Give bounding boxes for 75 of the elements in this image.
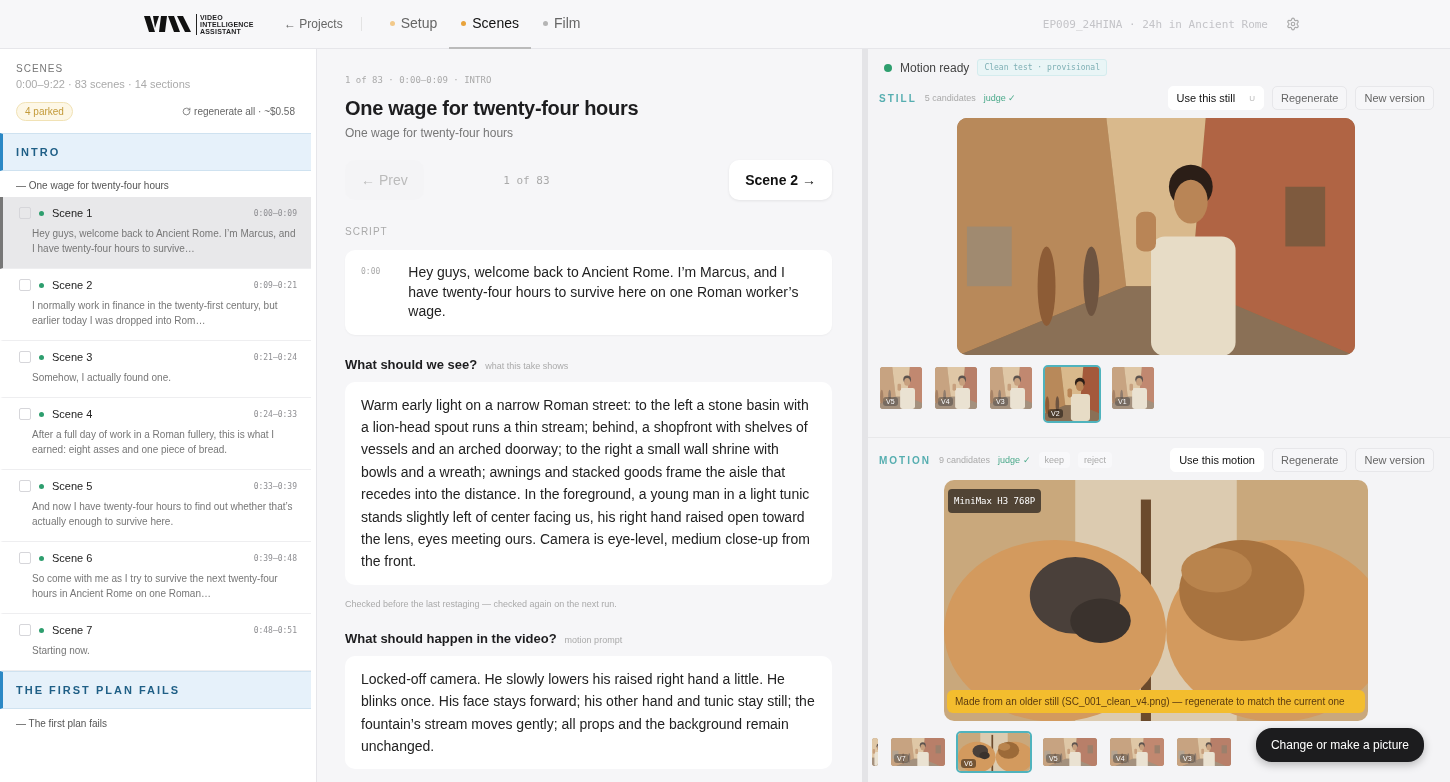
prompt-heading: What should happen in the video? xyxy=(345,630,557,646)
scene-meta: 1 of 83 · 0:00–0:09 · INTRO xyxy=(345,75,493,85)
scene-position: 1 of 83 xyxy=(503,173,550,187)
checkbox[interactable] xyxy=(19,552,31,564)
scenes-summary: 0:00–9:22 · 83 scenes · 14 sections xyxy=(16,78,192,90)
scene-time: 0:48–0:51 xyxy=(253,625,297,635)
scene-time: 0:39–0:48 xyxy=(253,553,297,563)
sidebar-title: SCENES xyxy=(16,63,65,74)
candidate-count: 5 candidates xyxy=(924,93,976,103)
checkbox[interactable] xyxy=(19,351,31,363)
section-header[interactable]: THE FIRST PLAN FAILS xyxy=(0,671,311,709)
scene-title: Scene 4 xyxy=(52,408,94,420)
scene-time: 0:09–0:21 xyxy=(253,280,297,290)
judge-status: judge ✓ xyxy=(983,93,1017,103)
section-header[interactable]: INTRO xyxy=(0,133,311,171)
scene-time: 0:00–0:09 xyxy=(253,208,297,218)
projects-link[interactable]: ← Projects xyxy=(284,17,362,31)
checkbox[interactable] xyxy=(19,624,31,636)
section-subtitle: — One wage for twenty-four hours xyxy=(15,179,170,193)
scene-title: Scene 6 xyxy=(52,552,94,564)
scene-excerpt: And now I have twenty-four hours to find out whether that’s actually enough to survive here. xyxy=(32,500,294,529)
section-label: STILL xyxy=(879,92,917,104)
scene-time: 0:24–0:33 xyxy=(253,409,297,419)
scene-title: Scene 2 xyxy=(52,279,94,291)
scene-time: 0:21–0:24 xyxy=(253,352,297,362)
scene-excerpt: So come with me as I try to survive the next twenty-four hours in Ancient Rome on one Roman… xyxy=(32,572,279,601)
checkbox[interactable] xyxy=(19,480,31,492)
scene-excerpt: Somehow, I actually found one. xyxy=(32,371,172,385)
judge-status: judge ✓ xyxy=(998,455,1031,465)
new-version-button[interactable]: New version xyxy=(1355,448,1434,472)
model-label: MiniMax H3 768P xyxy=(948,489,1042,513)
scene-excerpt: Hey guys, welcome back to Ancient Rome. I’m Marcus, and I have twenty-four hours to survive… xyxy=(32,227,297,256)
prompt-hint: motion prompt xyxy=(564,634,623,645)
scene-time: 0:33–0:39 xyxy=(253,481,297,491)
scene-excerpt: I normally work in finance in the twenty-first century, but earlier today I was dropped into Rom… xyxy=(32,299,279,328)
regenerate-all-button[interactable]: regenerate all · ~$0.58 xyxy=(182,106,295,117)
script-text: Hey guys, welcome back to Ancient Rome. I’m Marcus, and I have twenty-four hours to survive here on one Roman worker’s wage. xyxy=(408,263,800,321)
status-text: Motion ready xyxy=(900,60,970,75)
prompt-heading: What should we see? xyxy=(345,356,478,372)
check-note: Checked before the last restaging — checked again on the next run. xyxy=(345,598,618,609)
parked-badge: 4 parked xyxy=(16,102,73,121)
candidate-count: 9 candidates xyxy=(939,455,991,465)
next-button[interactable]: Scene 2 → xyxy=(729,160,832,200)
regenerate-button[interactable]: Regenerate xyxy=(1271,86,1348,110)
regenerate-button[interactable]: Regenerate xyxy=(1271,448,1348,472)
new-version-button[interactable]: New version xyxy=(1355,86,1434,110)
section-label: MOTION xyxy=(879,454,931,466)
checkbox[interactable] xyxy=(19,408,31,420)
checkbox[interactable] xyxy=(19,279,31,291)
scene-title: Scene 7 xyxy=(52,624,94,636)
change-picture-button[interactable]: Change or make a picture xyxy=(1255,728,1424,762)
nav-tab[interactable]: Film xyxy=(531,0,593,49)
scene-title: Scene 3 xyxy=(52,351,94,363)
settings-icon[interactable] xyxy=(1286,17,1300,31)
scene-excerpt: After a full day of work in a Roman fullery, this is what I earned: eight asses and one piece of bread. xyxy=(32,428,276,457)
scene-title: Scene 5 xyxy=(52,480,94,492)
prompt-hint: what this take shows xyxy=(485,360,569,371)
prompt-field[interactable]: Locked-off camera. He slowly lowers his raised right hand a little. He blinks once. His face stays forward; his other hand and tunic stay still; the fountain’s stream moves gently; all props and the background remain unchanged. xyxy=(345,655,832,770)
use-motion-button[interactable]: Use this motion xyxy=(1170,448,1264,472)
status-dot xyxy=(884,63,892,72)
logo-icon xyxy=(144,14,192,34)
nav-tab[interactable]: Setup xyxy=(377,0,450,49)
scene-item[interactable]: Scene 1 0:00–0:09 Hey guys, welcome back to Ancient Rome. I’m Marcus, and I have twenty-four hours to survive… xyxy=(0,197,311,269)
scene-heading: One wage for twenty-four hours xyxy=(345,97,640,120)
prompt-field[interactable]: Warm early light on a narrow Roman street: to the left a stone basin with a lion-head spout runs a thin stream; behind, a shopfront with shelves of vessels and an arched doorway; to the right a small wall shrine with bowls and a wreath; awnings and stacked goods frame the aisle that recedes into the distance. In the foreground, a young man in a light tunic stands slightly left of center facing us, his right hand raised open toward the lens, eyes meeting ours. Camera is eye-level, medium close-up from the front. xyxy=(345,381,832,585)
section-label: SCRIPT xyxy=(345,226,389,237)
scene-subtitle: One wage for twenty-four hours xyxy=(345,126,515,140)
timestamp: 0:00 xyxy=(361,266,381,278)
refresh-icon xyxy=(182,107,192,116)
warning-banner: Made from an older still (SC_001_clean_v4.png) — regenerate to match the current one xyxy=(947,690,1365,713)
test-badge: Clean test · provisional xyxy=(977,59,1107,76)
scene-excerpt: Starting now. xyxy=(32,644,91,658)
section-subtitle: — The first plan fails xyxy=(15,717,108,731)
scene-title: Scene 1 xyxy=(52,207,94,219)
nav-tab[interactable]: Scenes xyxy=(449,0,531,49)
